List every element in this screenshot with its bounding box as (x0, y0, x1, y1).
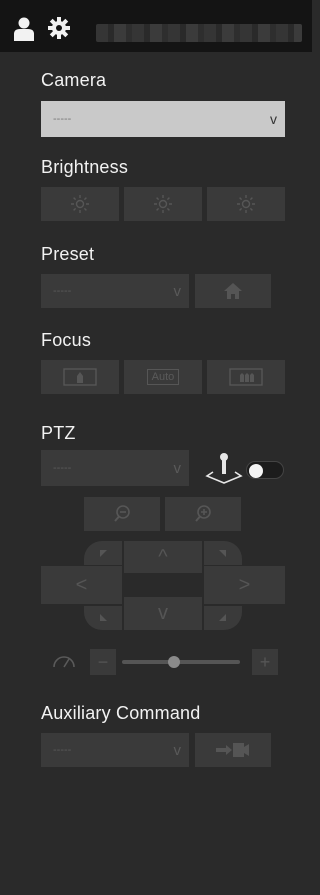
focus-far-icon (229, 367, 263, 387)
chevron-down-icon: v (270, 111, 277, 127)
arrow-up-left-icon (98, 548, 108, 558)
focus-near-icon (63, 367, 97, 387)
zoom-out-icon (112, 504, 132, 524)
ptz-select[interactable]: ----- v (41, 450, 189, 486)
speed-slider-track[interactable] (122, 660, 240, 664)
brightness-decrease-button[interactable] (41, 187, 119, 221)
arrow-up-right-icon (218, 548, 228, 558)
joystick-icon (205, 452, 243, 484)
brightness-label: Brightness (41, 157, 129, 177)
arrow-up-icon: ^ (158, 545, 168, 568)
arrow-down-left-icon (98, 613, 108, 623)
pan-right-button[interactable]: > (204, 566, 285, 604)
arrow-down-icon: v (158, 602, 168, 624)
preset-home-button[interactable] (195, 274, 271, 308)
arrow-right-icon: > (238, 573, 251, 596)
send-command-button[interactable] (195, 733, 271, 767)
chevron-down-icon: v (173, 459, 182, 477)
focus-auto-button[interactable]: Auto (124, 360, 202, 394)
toggle-knob (249, 464, 263, 478)
focus-auto-label: Auto (146, 369, 180, 385)
arrow-left-icon: < (75, 573, 88, 596)
focus-label: Focus (41, 330, 92, 350)
auxiliary-command-label: Auxiliary Command (41, 703, 201, 723)
gear-icon[interactable] (48, 17, 70, 39)
top-bar (0, 0, 312, 52)
minus-icon: − (97, 651, 109, 672)
sun-large-icon (236, 194, 256, 214)
zoom-in-button[interactable] (165, 497, 241, 531)
pan-left-button[interactable]: < (41, 566, 122, 604)
zoom-in-icon (193, 504, 213, 524)
focus-near-button[interactable] (41, 360, 119, 394)
chevron-down-icon: v (173, 282, 182, 300)
tilt-down-button[interactable]: v (124, 597, 202, 630)
ptz-label: PTZ (41, 423, 76, 443)
ptz-joystick-toggle[interactable] (246, 461, 284, 479)
brightness-reset-button[interactable] (124, 187, 202, 221)
preset-select[interactable]: ----- v (41, 274, 189, 308)
preset-label: Preset (41, 244, 95, 264)
speed-increase-button[interactable]: + (252, 649, 278, 675)
user-icon[interactable] (14, 17, 34, 41)
speed-decrease-button[interactable]: − (90, 649, 116, 675)
sun-small-icon (70, 194, 90, 214)
camera-select-value: ----- (53, 113, 72, 125)
tilt-up-button[interactable]: ^ (124, 541, 202, 573)
auxiliary-command-select[interactable]: ----- v (41, 733, 189, 767)
plus-icon: + (259, 651, 271, 672)
sun-icon (153, 194, 173, 214)
zoom-out-button[interactable] (84, 497, 160, 531)
pan-up-left-button[interactable] (84, 541, 122, 565)
speed-slider-thumb[interactable] (167, 656, 180, 668)
window-title-redacted (96, 24, 302, 42)
camera-select[interactable]: ----- v (41, 101, 285, 137)
chevron-down-icon: v (173, 741, 182, 759)
preset-select-value: ----- (53, 285, 72, 297)
arrow-down-right-icon (218, 613, 228, 623)
brightness-increase-button[interactable] (207, 187, 285, 221)
home-icon (224, 283, 242, 299)
ptz-select-value: ----- (53, 462, 72, 474)
auxiliary-select-value: ----- (53, 744, 72, 756)
send-command-icon (216, 741, 250, 759)
focus-far-button[interactable] (207, 360, 285, 394)
camera-label: Camera (41, 70, 107, 90)
speedometer-icon (52, 651, 76, 669)
